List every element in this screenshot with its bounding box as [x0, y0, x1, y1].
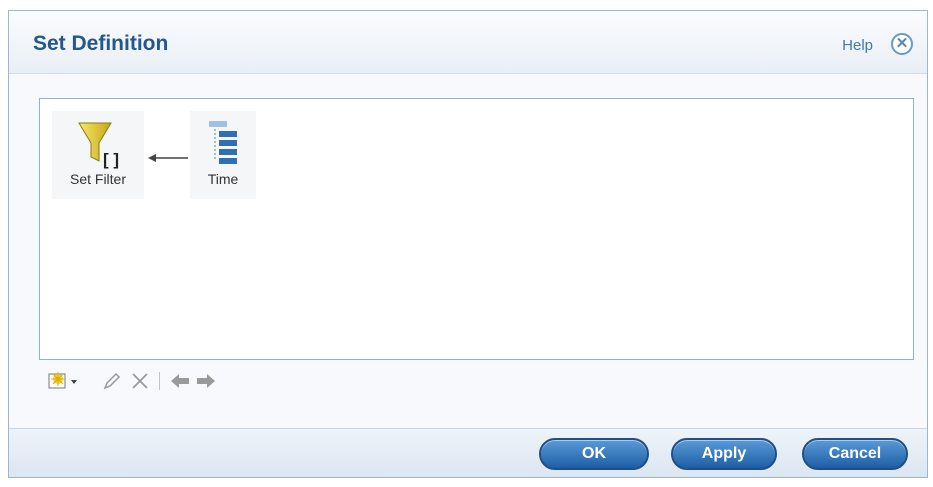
hierarchy-dimension-icon [209, 121, 237, 164]
new-item-icon[interactable] [47, 370, 83, 392]
arrow-left-icon[interactable] [169, 370, 191, 392]
close-icon[interactable]: ✕ [891, 33, 913, 55]
cancel-button[interactable]: Cancel [802, 438, 908, 470]
funnel-filter-icon: [ ] [78, 122, 119, 169]
edit-pencil-icon[interactable] [101, 370, 123, 392]
dialog-header: Set Definition Help ✕ [9, 11, 927, 74]
dialog-title: Set Definition [33, 32, 169, 55]
arrow-right-icon[interactable] [195, 370, 217, 392]
apply-button[interactable]: Apply [671, 438, 777, 470]
node-label: Time [207, 171, 239, 187]
dialog-body: [ ] Set Filter Time [9, 74, 927, 430]
connector-arrow [148, 154, 188, 162]
node-time[interactable]: Time [190, 111, 256, 199]
set-diagram-canvas[interactable]: [ ] Set Filter Time [39, 98, 914, 360]
dialog-footer: OK Apply Cancel [9, 428, 927, 477]
set-definition-dialog: Set Definition Help ✕ [ ] Set Filter Tim… [8, 10, 928, 478]
ok-button[interactable]: OK [539, 438, 649, 470]
node-set-filter[interactable]: [ ] Set Filter [52, 111, 144, 199]
delete-x-icon[interactable] [129, 370, 151, 392]
svg-text:[ ]: [ ] [103, 150, 119, 169]
node-label: Set Filter [69, 171, 126, 187]
toolbar-divider [159, 372, 160, 390]
help-link[interactable]: Help [842, 37, 873, 54]
